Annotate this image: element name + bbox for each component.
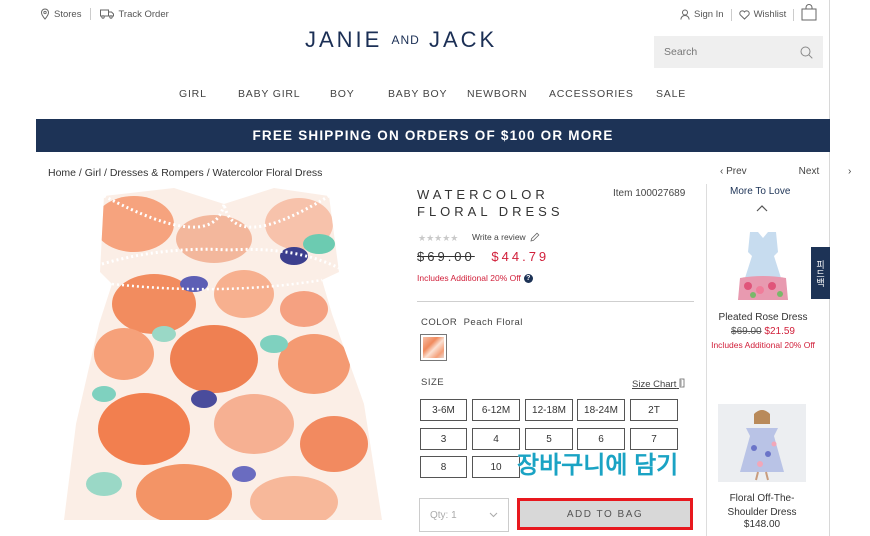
size-option-3-6m[interactable]: 3-6M — [420, 399, 467, 421]
recommended-product-price-2: $148.00 — [743, 519, 781, 530]
logo-word-jack: JACK — [428, 27, 498, 52]
divider — [90, 8, 92, 20]
price-original: $69.00 — [417, 249, 475, 264]
chevron-down-icon — [489, 512, 498, 518]
search-icon[interactable] — [800, 46, 813, 59]
swatch-fill — [423, 337, 444, 358]
size-chart-label: Size Chart — [632, 379, 677, 390]
quantity-select[interactable]: Qty: 1 — [419, 498, 509, 532]
heart-icon — [738, 9, 750, 20]
nav-item-boy[interactable]: BOY — [330, 88, 355, 100]
stores-label: Stores — [54, 8, 82, 20]
wishlist-link[interactable]: Wishlist — [738, 9, 787, 20]
next-label: Next — [798, 166, 820, 177]
recommended-product-name-1[interactable]: Pleated Rose Dress — [708, 312, 818, 323]
size-option-10[interactable]: 10 — [472, 456, 520, 478]
size-option-6-12m[interactable]: 6-12M — [472, 399, 520, 421]
color-swatch-peach-floral[interactable] — [420, 334, 447, 361]
nav-item-newborn[interactable]: NEWBORN — [467, 88, 527, 100]
brand-logo[interactable]: JANIE AND JACK — [305, 27, 497, 53]
free-shipping-banner[interactable]: FREE SHIPPING ON ORDERS OF $100 OR MORE — [36, 119, 830, 152]
product-image[interactable] — [64, 184, 382, 520]
recommended-product-name-2[interactable]: Floral Off-The- Shoulder Dress — [707, 492, 817, 520]
search-input[interactable]: Search — [654, 36, 823, 68]
user-icon — [680, 9, 690, 20]
banner-text: FREE SHIPPING ON ORDERS OF $100 OR MORE — [252, 128, 614, 143]
sign-in-label: Sign In — [694, 9, 724, 20]
size-option-8[interactable]: 8 — [420, 456, 467, 478]
quantity-value: Qty: 1 — [430, 509, 457, 521]
prev-label: Prev — [726, 166, 747, 177]
divider — [730, 8, 732, 21]
color-label: COLOR — [421, 317, 458, 328]
logo-word-janie: JANIE — [305, 27, 383, 52]
product-title-line2: FLORAL DRESS — [417, 204, 564, 219]
logo-word-and: AND — [391, 33, 420, 47]
color-row: COLOR Peach Floral — [421, 317, 523, 328]
size-option-4[interactable]: 4 — [472, 428, 520, 450]
size-chart-link[interactable]: Size Chart — [632, 378, 687, 390]
rec1-price-original: $69.00 — [731, 326, 762, 337]
nav-item-accessories[interactable]: ACCESSORIES — [549, 88, 634, 100]
rec1-price-sale: $21.59 — [764, 326, 795, 337]
search-placeholder: Search — [664, 46, 698, 58]
divider — [793, 8, 795, 21]
annotation-overlay-text: 장바구니에 담기 — [517, 452, 679, 479]
stores-link[interactable]: Stores — [40, 8, 81, 20]
recommended-product-image-2[interactable] — [718, 404, 806, 482]
write-review-label: Write a review — [472, 232, 526, 242]
size-option-18-24m[interactable]: 18-24M — [577, 399, 625, 421]
size-option-12-18m[interactable]: 12-18M — [525, 399, 573, 421]
feedback-tab[interactable]: 피드백 — [811, 247, 830, 299]
product-title: WATERCOLOR FLORAL DRESS — [417, 186, 607, 220]
write-review-link[interactable]: Write a review — [472, 232, 540, 242]
rec2-name-line2: Shoulder Dress — [727, 507, 797, 518]
promo-text: Includes Additional 20% Off — [417, 273, 521, 283]
item-number: Item 100027689 — [613, 188, 686, 199]
section-divider — [417, 301, 694, 302]
nav-item-baby-boy[interactable]: BABY BOY — [388, 88, 447, 100]
more-to-love-heading: More To Love — [730, 186, 791, 197]
next-link[interactable]: Next › — [799, 166, 852, 177]
size-label: SIZE — [421, 377, 445, 388]
account-bar: Sign In Wishlist — [680, 4, 817, 21]
recommended-product-promo-1: Includes Additional 20% Off — [711, 340, 815, 350]
chevron-up-icon[interactable] — [756, 204, 768, 212]
shopping-bag-icon[interactable] — [801, 4, 817, 21]
location-pin-icon — [40, 8, 50, 20]
nav-item-baby-girl[interactable]: BABY GIRL — [238, 88, 300, 100]
rec2-name-line1: Floral Off-The- — [729, 493, 795, 504]
nav-item-sale[interactable]: SALE — [656, 88, 686, 100]
price-sale: $44.79 — [491, 249, 550, 264]
truck-icon — [100, 9, 115, 19]
pencil-icon — [530, 232, 540, 242]
nav-item-girl[interactable]: GIRL — [179, 88, 207, 100]
recommended-product-image-1[interactable] — [722, 228, 804, 310]
track-order-label: Track Order — [118, 8, 169, 20]
ruler-icon — [679, 378, 685, 388]
product-price: $69.00 $44.79 — [417, 249, 549, 264]
promo-note: Includes Additional 20% Off ? — [417, 273, 533, 283]
prev-link[interactable]: ‹ Prev — [720, 166, 773, 177]
rail-divider — [706, 184, 707, 536]
sign-in-link[interactable]: Sign In — [680, 9, 724, 20]
breadcrumb[interactable]: Home / Girl / Dresses & Rompers / Waterc… — [48, 167, 322, 179]
color-value: Peach Floral — [463, 317, 523, 328]
size-option-2t[interactable]: 2T — [630, 399, 678, 421]
add-to-bag-label: ADD TO BAG — [566, 508, 644, 520]
rating-stars: ★★★★★ — [418, 233, 459, 243]
window-right-margin — [829, 0, 870, 536]
recommended-product-price-1: $69.00 $21.59 — [708, 326, 818, 337]
size-option-3[interactable]: 3 — [420, 428, 467, 450]
wishlist-label: Wishlist — [753, 9, 787, 20]
track-order-link[interactable]: Track Order — [100, 8, 169, 20]
utility-bar: Stores Track Order — [40, 8, 169, 20]
product-pager: ‹ Prev Next › — [720, 166, 851, 177]
product-title-line1: WATERCOLOR — [417, 187, 549, 202]
info-icon[interactable]: ? — [523, 273, 533, 283]
add-to-bag-button[interactable]: ADD TO BAG — [517, 498, 693, 530]
